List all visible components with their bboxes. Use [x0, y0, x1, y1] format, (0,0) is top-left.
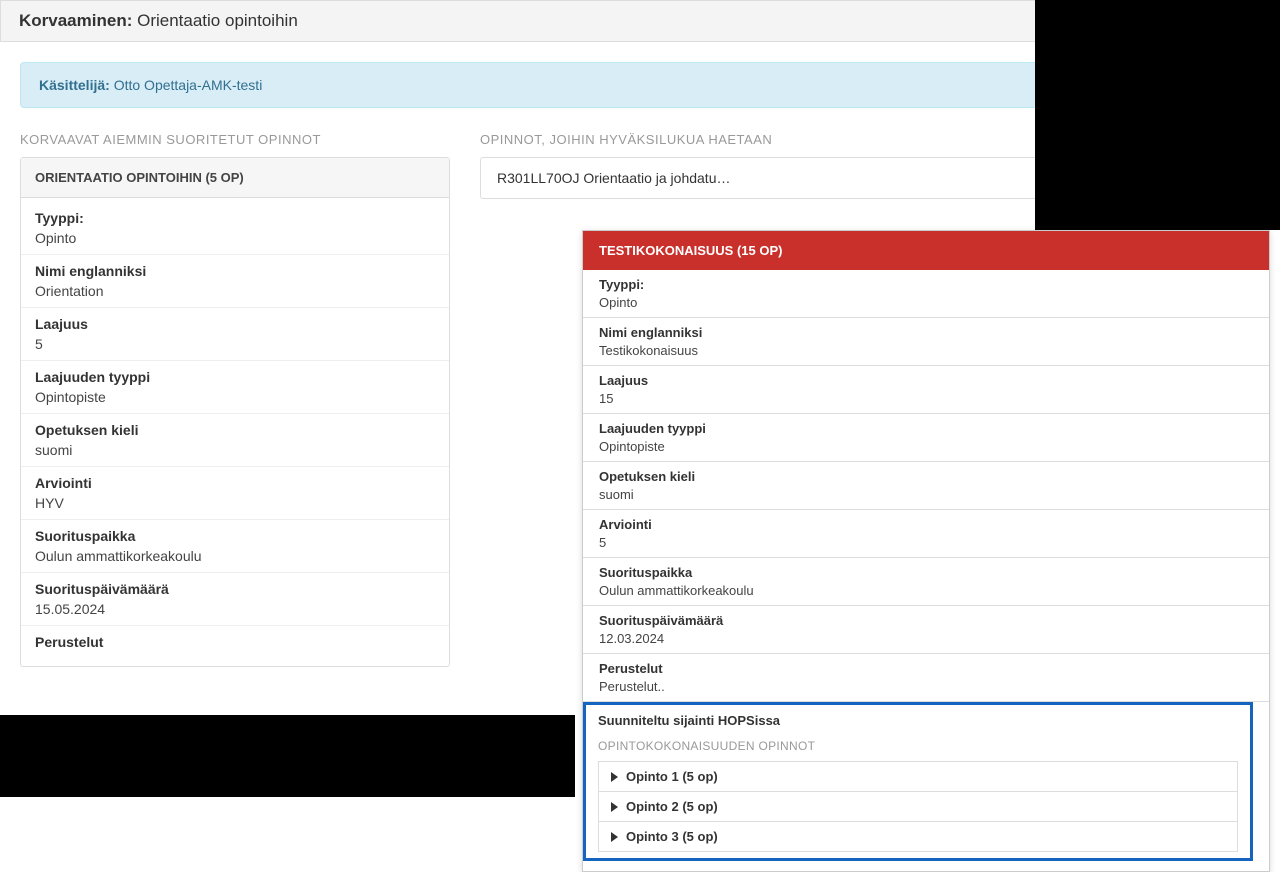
overlay-lang: Opetuksen kieli suomi	[583, 462, 1269, 510]
header-label: Korvaaminen:	[19, 11, 132, 30]
left-panel-header: ORIENTAATIO OPINTOIHIN (5 OP)	[21, 158, 449, 198]
field-date: Suorituspäivämäärä 15.05.2024	[21, 573, 449, 626]
field-lang: Opetuksen kieli suomi	[21, 414, 449, 467]
hops-expand-list: Opinto 1 (5 op) Opinto 2 (5 op) Opinto 3…	[598, 761, 1238, 852]
overlay-reason: Perustelut Perustelut..	[583, 654, 1269, 702]
hops-highlight-box: Suunniteltu sijainti HOPSissa OPINTOKOKO…	[583, 702, 1253, 861]
chevron-right-icon	[611, 802, 618, 812]
field-place: Suorituspaikka Oulun ammattikorkeakoulu	[21, 520, 449, 573]
overlay-name-en: Nimi englanniksi Testikokonaisuus	[583, 318, 1269, 366]
handler-name: Otto Opettaja-AMK-testi	[114, 77, 263, 93]
overlay-date: Suorituspäivämäärä 12.03.2024	[583, 606, 1269, 654]
handler-label: Käsittelijä:	[39, 77, 110, 93]
redaction-mask-bottom	[0, 715, 575, 797]
left-panel: ORIENTAATIO OPINTOIHIN (5 OP) Tyyppi: Op…	[20, 157, 450, 667]
field-grading: Arviointi HYV	[21, 467, 449, 520]
header-title: Orientaatio opintoihin	[137, 11, 298, 30]
hops-item-2[interactable]: Opinto 2 (5 op)	[599, 792, 1237, 822]
overlay-type: Tyyppi: Opinto	[583, 270, 1269, 318]
overlay-grading: Arviointi 5	[583, 510, 1269, 558]
target-course-code: R301LL70OJ Orientaatio ja johdatu…	[497, 170, 730, 186]
chevron-right-icon	[611, 832, 618, 842]
hops-item-3[interactable]: Opinto 3 (5 op)	[599, 822, 1237, 851]
field-name-en: Nimi englanniksi Orientation	[21, 255, 449, 308]
overlay-hops: Suunniteltu sijainti HOPSissa	[586, 705, 1250, 735]
field-type: Tyyppi: Opinto	[21, 202, 449, 255]
left-column: KORVAAVAT AIEMMIN SUORITETUT OPINNOT ORI…	[20, 132, 450, 667]
overlay-card: TESTIKOKONAISUUS (15 OP) Tyyppi: Opinto …	[582, 230, 1270, 872]
overlay-header: TESTIKOKONAISUUS (15 OP)	[583, 231, 1269, 270]
field-scope: Laajuus 5	[21, 308, 449, 361]
redaction-mask-top	[1035, 0, 1280, 230]
overlay-place: Suorituspaikka Oulun ammattikorkeakoulu	[583, 558, 1269, 606]
overlay-scope-type: Laajuuden tyyppi Opintopiste	[583, 414, 1269, 462]
field-reason: Perustelut	[21, 626, 449, 662]
field-scope-type: Laajuuden tyyppi Opintopiste	[21, 361, 449, 414]
hops-item-1[interactable]: Opinto 1 (5 op)	[599, 762, 1237, 792]
chevron-right-icon	[611, 772, 618, 782]
overlay-scope: Laajuus 15	[583, 366, 1269, 414]
left-section-title: KORVAAVAT AIEMMIN SUORITETUT OPINNOT	[20, 132, 450, 147]
hops-subsection-label: OPINTOKOKONAISUUDEN OPINNOT	[586, 735, 1250, 761]
